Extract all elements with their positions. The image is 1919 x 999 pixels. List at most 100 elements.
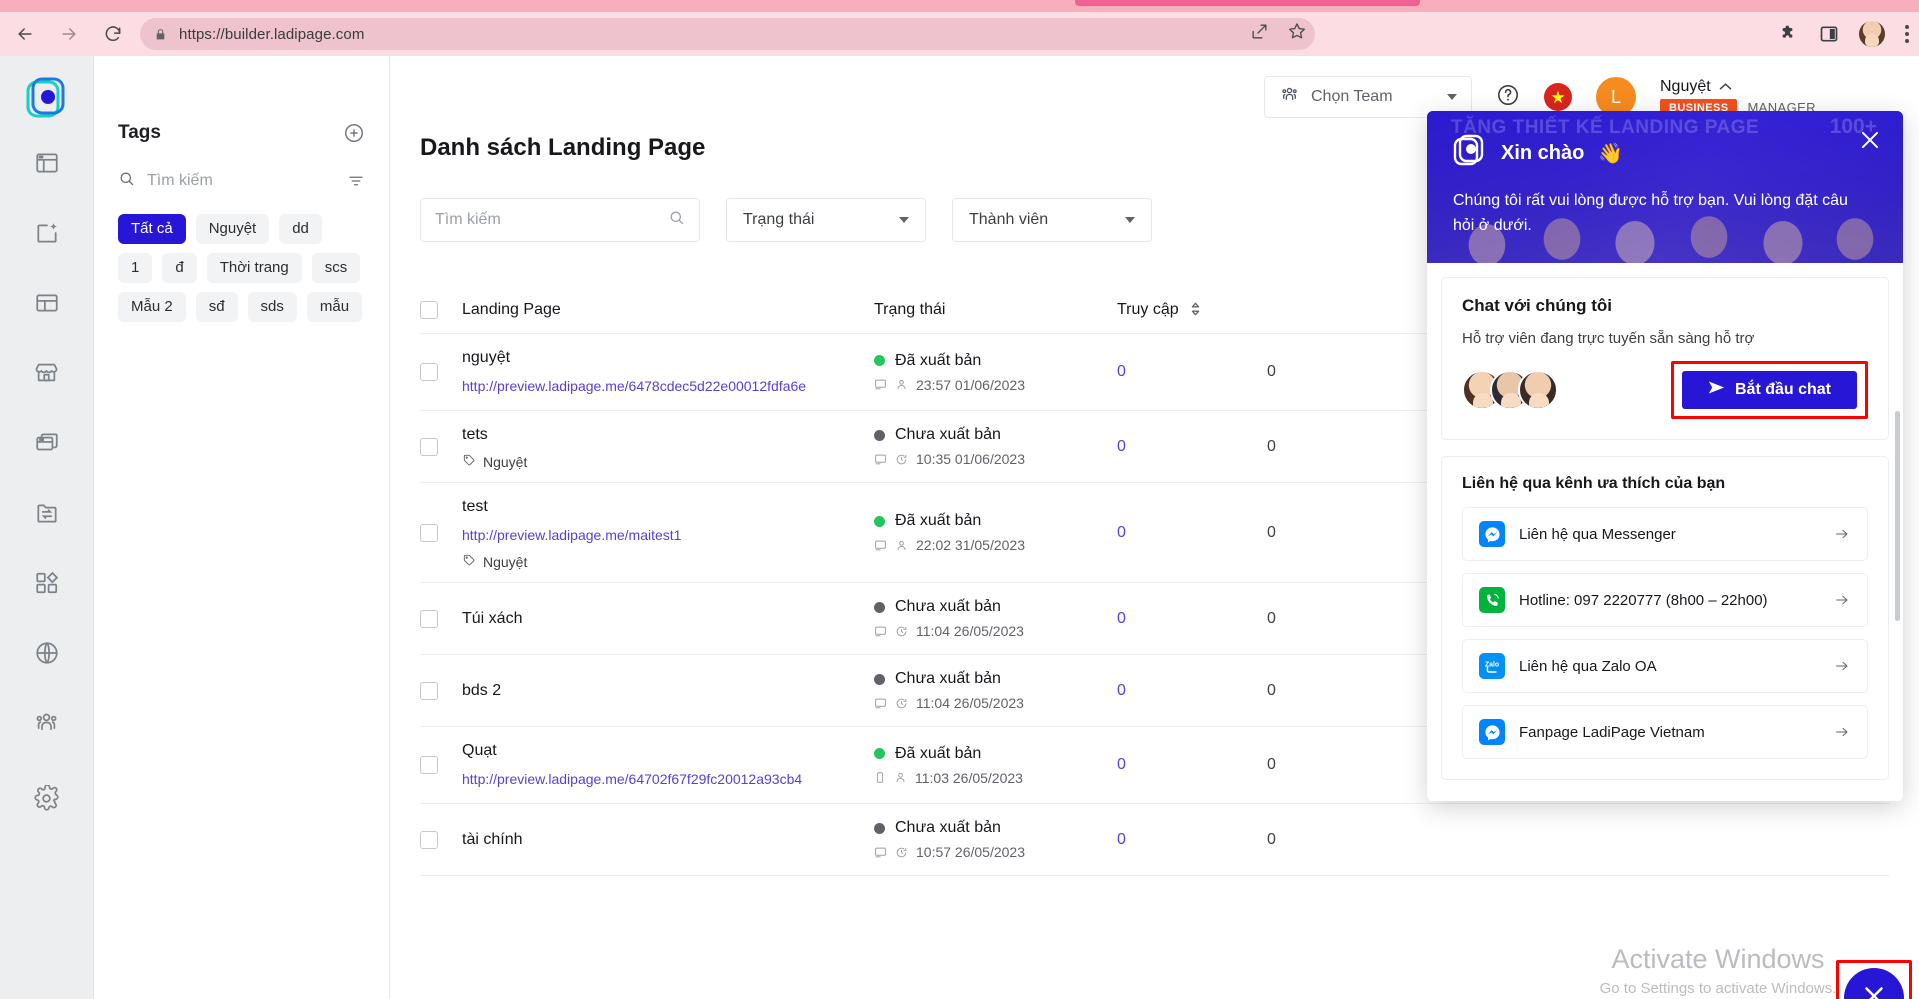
visits-value[interactable]: 0 bbox=[1117, 831, 1267, 849]
sidebar-item-folder-sync[interactable] bbox=[21, 486, 73, 544]
channel-hotline[interactable]: Hotline: 097 2220777 (8h00 – 22h00) bbox=[1462, 573, 1868, 627]
kebab-menu-icon[interactable] bbox=[1905, 25, 1909, 43]
status-dot bbox=[874, 822, 885, 834]
status-badge: Chưa xuất bản bbox=[874, 670, 1117, 688]
channel-label: Hotline: 097 2220777 (8h00 – 22h00) bbox=[1519, 591, 1768, 609]
tag-chip[interactable]: Mẫu 2 bbox=[118, 292, 186, 322]
row-checkbox[interactable] bbox=[420, 830, 438, 849]
address-bar[interactable]: https://builder.ladipage.com bbox=[140, 18, 1315, 50]
visits-value[interactable]: 0 bbox=[1117, 524, 1267, 542]
ladipage-logo-icon bbox=[1453, 133, 1487, 174]
chevron-down-icon bbox=[899, 217, 909, 223]
table-row[interactable]: tài chính Chưa xuất bản 10:57 26/05/2023 bbox=[420, 804, 1890, 876]
visits-value[interactable]: 0 bbox=[1117, 438, 1267, 456]
search-placeholder: Tìm kiếm bbox=[435, 211, 501, 228]
landing-page-url[interactable]: http://preview.ladipage.me/maitest1 bbox=[462, 523, 874, 547]
reload-icon[interactable] bbox=[94, 15, 132, 53]
sidebar-item-templates[interactable] bbox=[21, 276, 73, 334]
row-checkbox-cell bbox=[420, 523, 462, 542]
visits-value[interactable]: 0 bbox=[1117, 682, 1267, 700]
visits-value[interactable]: 0 bbox=[1117, 756, 1267, 774]
chat-hero-title: Xin chào bbox=[1501, 142, 1585, 164]
landing-page-name: Túi xách bbox=[462, 609, 523, 627]
tag-chip[interactable]: Nguyệt bbox=[195, 214, 270, 244]
dashboard-icon bbox=[34, 150, 60, 181]
tag-chip[interactable]: đ bbox=[162, 253, 197, 283]
row-checkbox[interactable] bbox=[420, 609, 438, 628]
visits-value[interactable]: 0 bbox=[1117, 363, 1267, 381]
status-badge: Chưa xuất bản bbox=[874, 598, 1117, 616]
row-checkbox[interactable] bbox=[420, 681, 438, 700]
tag-chip[interactable]: 1 bbox=[118, 253, 153, 283]
desktop-icon bbox=[874, 539, 887, 552]
column-header-visits[interactable]: Truy cập bbox=[1117, 301, 1267, 319]
tag-chip[interactable]: Tất cả bbox=[118, 214, 186, 244]
browser-toolbar-right bbox=[1779, 12, 1909, 56]
tag-chip[interactable]: sđ bbox=[195, 292, 238, 322]
question-mark-icon[interactable] bbox=[1496, 83, 1520, 112]
tag-chip[interactable]: dd bbox=[279, 214, 322, 244]
powered-by: Powered by ladichat bbox=[1427, 796, 1903, 801]
row-name-cell: Túi xách bbox=[462, 607, 874, 631]
chat-scrollbar[interactable] bbox=[1895, 411, 1900, 621]
status-meta: 23:57 01/06/2023 bbox=[874, 377, 1117, 393]
row-name-cell: tets Nguyệt bbox=[462, 423, 874, 470]
status-dot bbox=[874, 355, 885, 366]
row-extra-1: 0 bbox=[1267, 830, 1276, 848]
channel-label: Liên hệ qua Messenger bbox=[1519, 525, 1676, 543]
tag-chip[interactable]: mẫu bbox=[306, 292, 363, 322]
chat-hero: TẶNG THIẾT KẾ LANDING PAGE 100+ Xin chào… bbox=[1427, 111, 1903, 263]
plus-circle-icon[interactable] bbox=[343, 122, 365, 144]
row-checkbox[interactable] bbox=[420, 523, 438, 542]
filter-icon[interactable] bbox=[347, 172, 365, 190]
start-chat-button[interactable]: Bắt đầu chat bbox=[1681, 371, 1857, 409]
sidebar-item-store[interactable] bbox=[21, 346, 73, 404]
row-checkbox[interactable] bbox=[420, 756, 438, 774]
select-all-checkbox[interactable] bbox=[420, 300, 438, 319]
sidebar-item-create-page[interactable] bbox=[21, 206, 73, 264]
sidebar-item-cards[interactable] bbox=[21, 416, 73, 474]
status-filter-select[interactable]: Trạng thái bbox=[726, 198, 926, 242]
member-filter-select[interactable]: Thành viên bbox=[952, 198, 1152, 242]
channel-messenger[interactable]: Liên hệ qua Messenger bbox=[1462, 507, 1868, 561]
sidebar-item-dashboard[interactable] bbox=[21, 136, 73, 194]
ladipage-logo-icon[interactable] bbox=[21, 72, 73, 124]
tag-chip[interactable]: Thời trang bbox=[206, 253, 302, 283]
back-arrow-icon[interactable] bbox=[6, 15, 44, 53]
close-icon[interactable] bbox=[1857, 127, 1883, 153]
forward-arrow-icon[interactable] bbox=[50, 15, 88, 53]
sidebar-item-settings[interactable] bbox=[21, 772, 73, 830]
tag-chip[interactable]: scs bbox=[311, 253, 361, 283]
status-label: Đã xuất bản bbox=[895, 351, 982, 369]
row-name-cell: test http://preview.ladipage.me/maitest1… bbox=[462, 495, 874, 570]
row-checkbox[interactable] bbox=[420, 363, 438, 381]
profile-avatar[interactable] bbox=[1859, 21, 1885, 47]
sidebar-item-apps[interactable] bbox=[21, 556, 73, 614]
clock-icon bbox=[895, 846, 908, 859]
tag-icon bbox=[462, 453, 476, 470]
chat-agents-row: Bắt đầu chat bbox=[1462, 361, 1868, 419]
star-icon[interactable] bbox=[1287, 21, 1307, 41]
screen: https://builder.ladipage.com Tags Tìm ki… bbox=[0, 0, 1919, 999]
puzzle-icon[interactable] bbox=[1779, 24, 1799, 44]
channel-zalo[interactable]: Zalo Liên hệ qua Zalo OA bbox=[1462, 639, 1868, 693]
tag-chip[interactable]: sds bbox=[247, 292, 297, 322]
close-chat-fab[interactable] bbox=[1844, 968, 1904, 999]
channel-fanpage[interactable]: Fanpage LadiPage Vietnam bbox=[1462, 705, 1868, 759]
side-panel-icon[interactable] bbox=[1819, 24, 1839, 44]
zalo-icon: Zalo bbox=[1479, 653, 1505, 679]
row-checkbox[interactable] bbox=[420, 437, 438, 456]
landing-page-url[interactable]: http://preview.ladipage.me/64702f67f29fc… bbox=[462, 767, 874, 791]
tag-search-input[interactable]: Tìm kiếm bbox=[118, 170, 365, 192]
sidebar-item-team[interactable] bbox=[21, 696, 73, 754]
landing-page-name: bds 2 bbox=[462, 681, 502, 699]
landing-page-url[interactable]: http://preview.ladipage.me/6478cdec5d22e… bbox=[462, 374, 874, 398]
address-bar-url: https://builder.ladipage.com bbox=[179, 25, 365, 43]
sidebar-item-domains[interactable] bbox=[21, 626, 73, 684]
tag-icon bbox=[462, 553, 476, 570]
share-icon[interactable] bbox=[1250, 22, 1269, 41]
active-tab[interactable] bbox=[1075, 0, 1420, 6]
vietnam-flag-icon[interactable]: ★ bbox=[1544, 83, 1572, 111]
visits-value[interactable]: 0 bbox=[1117, 610, 1267, 628]
search-input[interactable]: Tìm kiếm bbox=[420, 198, 700, 242]
